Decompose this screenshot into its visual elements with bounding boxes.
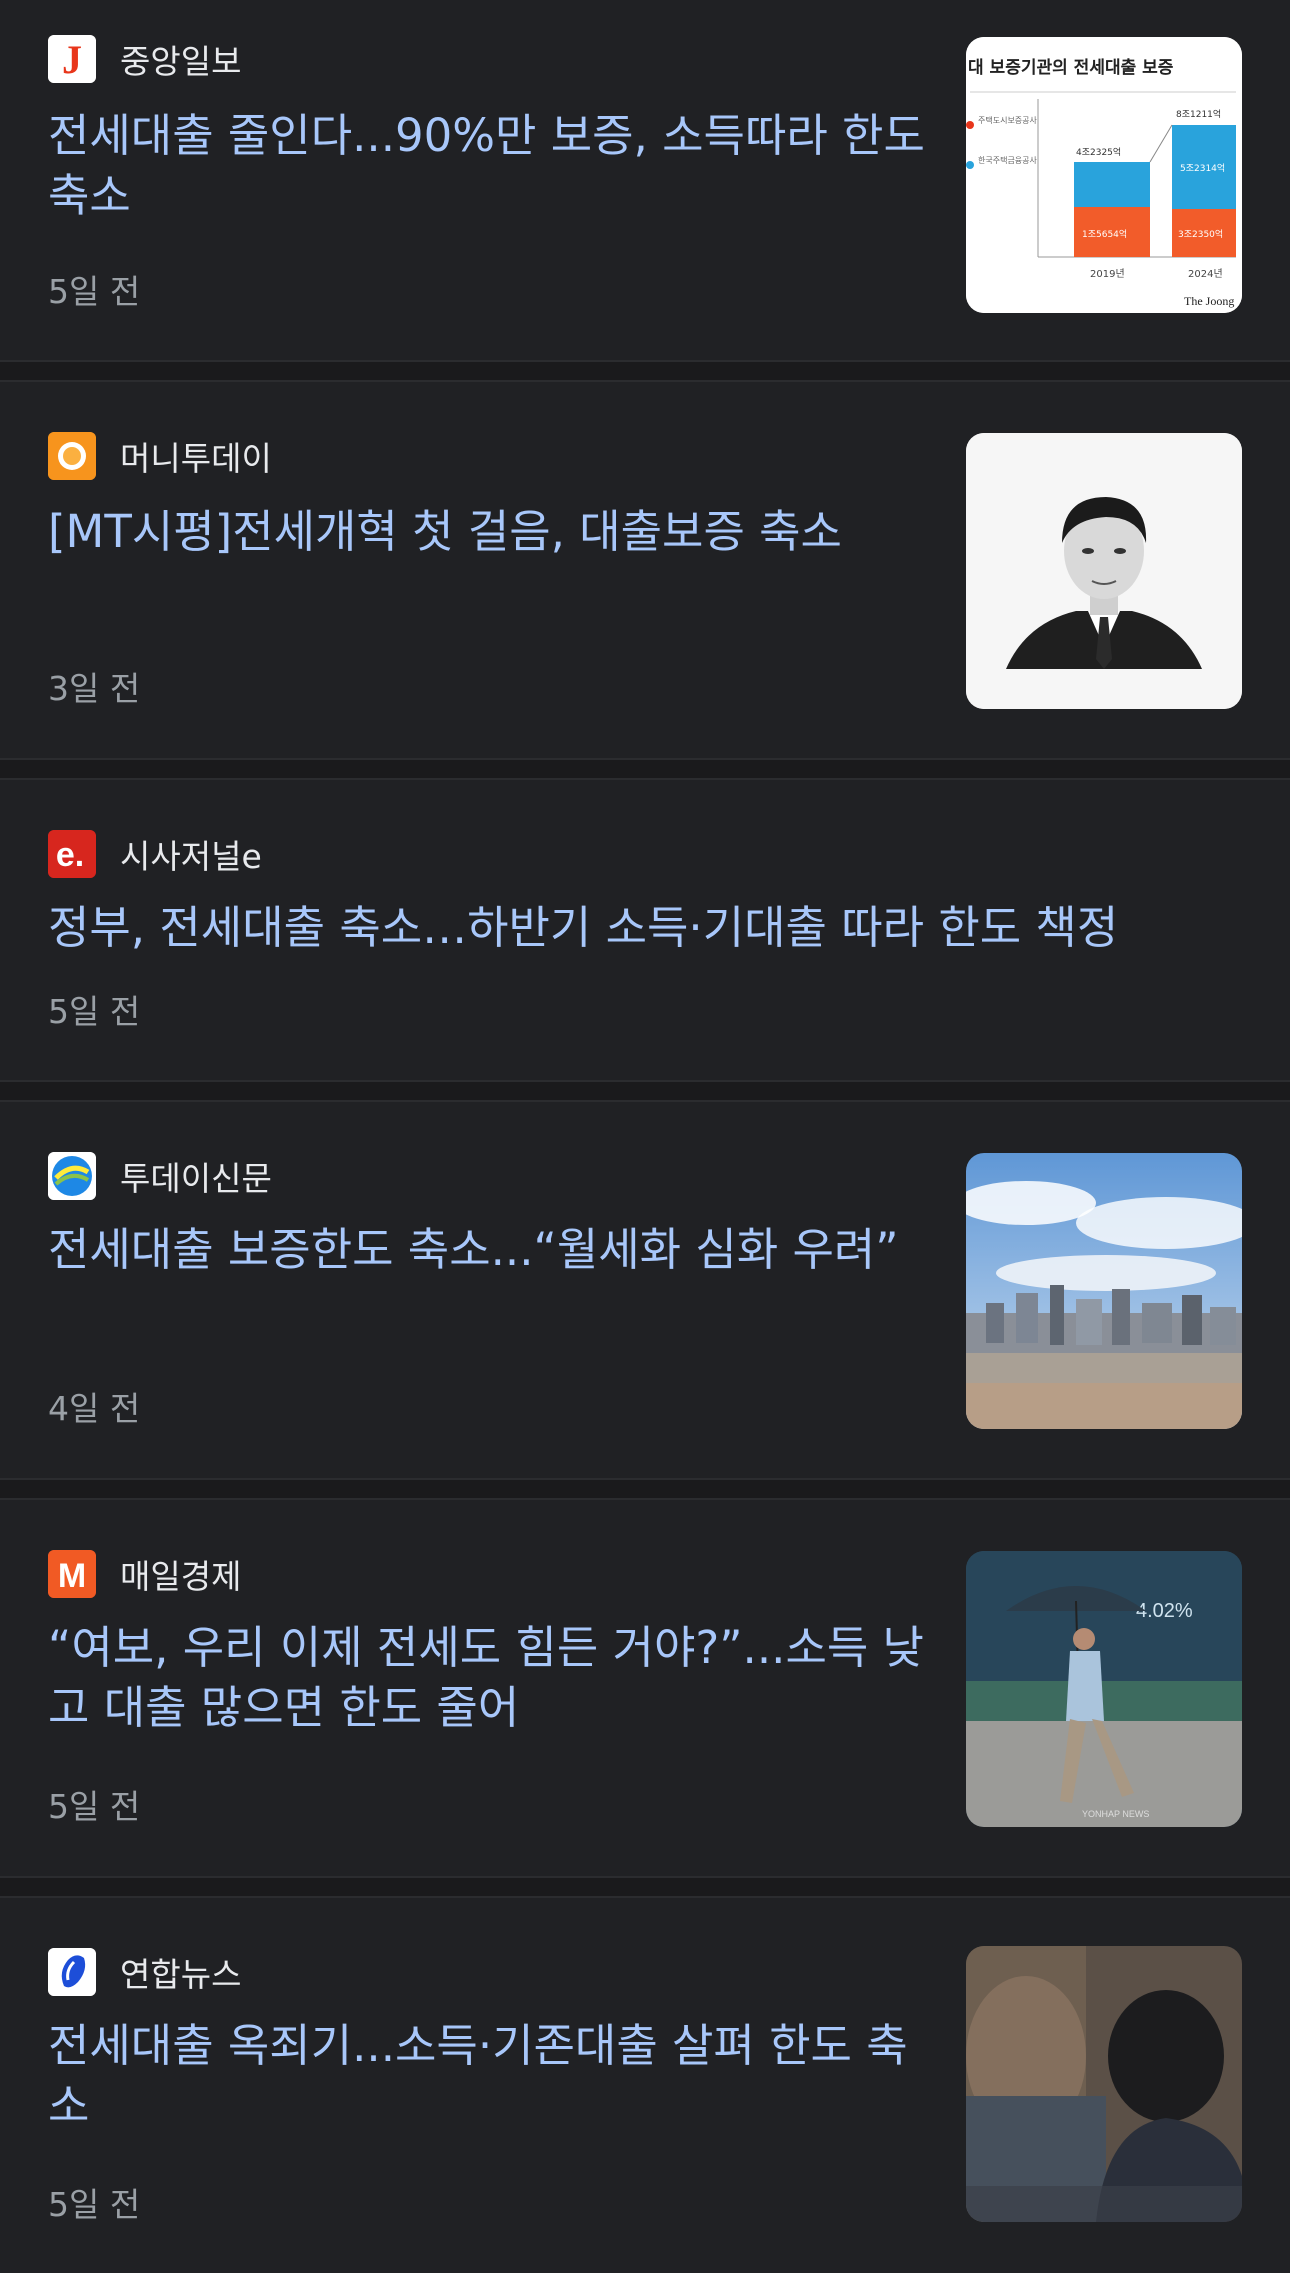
news-timestamp: 5일 전 (48, 2185, 141, 2224)
maeil-logo-icon: M (48, 1550, 96, 1598)
news-source[interactable]: 머니투데이 (48, 432, 272, 480)
news-headline[interactable]: 전세대출 줄인다...90%만 보증, 소득따라 한도 축소 (48, 106, 928, 226)
news-thumbnail[interactable]: 4.02% YONHAP NEWS (966, 1551, 1242, 1827)
news-timestamp: 5일 전 (48, 1787, 141, 1826)
news-source[interactable]: M 매일경제 (48, 1550, 241, 1598)
svg-text:8조1211억: 8조1211억 (1176, 108, 1221, 120)
svg-text:2024년: 2024년 (1188, 268, 1223, 280)
news-source[interactable]: J 중앙일보 (48, 35, 241, 83)
chart-thumbnail-image: 대 보증기관의 전세대출 보증 주택도시보증공사 한국주택금융공사 4조2325… (966, 37, 1242, 313)
svg-text:대 보증기관의 전세대출 보증: 대 보증기관의 전세대출 보증 (968, 58, 1174, 78)
news-timestamp: 3일 전 (48, 669, 141, 708)
news-headline[interactable]: 정부, 전세대출 축소…하반기 소득·기대출 따라 한도 책정 (48, 898, 1238, 958)
svg-text:3조2350억: 3조2350억 (1178, 228, 1223, 240)
news-source-name: 매일경제 (120, 1557, 242, 1596)
news-thumbnail[interactable] (966, 433, 1242, 709)
news-thumbnail[interactable] (966, 1153, 1242, 1429)
news-feed: J 중앙일보 전세대출 줄인다...90%만 보증, 소득따라 한도 축소 5일… (0, 0, 1290, 2273)
news-headline[interactable]: 전세대출 옥죄기...소득·기존대출 살펴 한도 축소 (48, 2016, 928, 2136)
card-divider (0, 758, 1290, 780)
joongang-logo-icon: J (48, 35, 96, 83)
news-card[interactable]: J 중앙일보 전세대출 줄인다...90%만 보증, 소득따라 한도 축소 5일… (0, 0, 1290, 360)
news-timestamp: 5일 전 (48, 992, 141, 1031)
news-source-name: 중앙일보 (120, 42, 242, 81)
news-source[interactable]: e. 시사저널e (48, 830, 262, 878)
news-headline[interactable]: 전세대출 보증한도 축소...“월세화 심화 우려” (48, 1220, 928, 1280)
svg-text:e.: e. (56, 836, 84, 874)
todaynews-logo-icon (48, 1152, 96, 1200)
city-skyline-image (966, 1153, 1242, 1429)
news-source[interactable]: 연합뉴스 (48, 1948, 241, 1996)
svg-text:한국주택금융공사: 한국주택금융공사 (978, 155, 1038, 165)
news-timestamp: 5일 전 (48, 272, 141, 311)
news-source-name: 시사저널e (120, 837, 262, 876)
umbrella-pedestrian-image: 4.02% YONHAP NEWS (966, 1551, 1242, 1827)
portrait-photo-image (966, 433, 1242, 709)
news-card[interactable]: e. 시사저널e 정부, 전세대출 축소…하반기 소득·기대출 따라 한도 책정… (0, 780, 1290, 1102)
card-divider (0, 360, 1290, 382)
news-headline[interactable]: “여보, 우리 이제 전세도 힘든 거야?”...소득 낮고 대출 많으면 한도… (48, 1618, 928, 1738)
news-card[interactable]: 연합뉴스 전세대출 옥죄기...소득·기존대출 살펴 한도 축소 5일 전 (0, 1898, 1290, 2273)
news-card[interactable]: M 매일경제 “여보, 우리 이제 전세도 힘든 거야?”...소득 낮고 대출… (0, 1500, 1290, 1876)
svg-text:주택도시보증공사: 주택도시보증공사 (978, 115, 1038, 125)
card-divider (0, 1478, 1290, 1500)
news-thumbnail[interactable]: 대 보증기관의 전세대출 보증 주택도시보증공사 한국주택금융공사 4조2325… (966, 37, 1242, 313)
svg-text:2019년: 2019년 (1090, 268, 1125, 280)
svg-text:1조5654억: 1조5654억 (1082, 228, 1127, 240)
moneytoday-logo-icon (48, 432, 96, 480)
svg-text:YONHAP NEWS: YONHAP NEWS (1082, 1809, 1149, 1819)
news-card[interactable]: 투데이신문 전세대출 보증한도 축소...“월세화 심화 우려” 4일 전 (0, 1102, 1290, 1478)
svg-text:M: M (58, 1557, 86, 1595)
news-card[interactable]: 머니투데이 [MT시평]전세개혁 첫 걸음, 대출보증 축소 3일 전 (0, 382, 1290, 758)
news-source-name: 머니투데이 (120, 439, 272, 478)
svg-text:The Joong: The Joong (1184, 294, 1234, 308)
svg-text:5조2314억: 5조2314억 (1180, 162, 1225, 174)
card-divider (0, 1080, 1290, 1102)
sisajournal-e-logo-icon: e. (48, 830, 96, 878)
svg-text:4조2325억: 4조2325억 (1076, 146, 1121, 158)
news-source[interactable]: 투데이신문 (48, 1152, 272, 1200)
news-timestamp: 4일 전 (48, 1389, 141, 1428)
yonhap-logo-icon (48, 1948, 96, 1996)
news-source-name: 투데이신문 (120, 1159, 272, 1198)
card-divider (0, 1876, 1290, 1898)
news-thumbnail[interactable] (966, 1946, 1242, 2222)
news-headline[interactable]: [MT시평]전세개혁 첫 걸음, 대출보증 축소 (48, 502, 928, 562)
meeting-photo-image (966, 1946, 1242, 2222)
svg-text:J: J (62, 37, 82, 82)
news-source-name: 연합뉴스 (120, 1955, 242, 1994)
